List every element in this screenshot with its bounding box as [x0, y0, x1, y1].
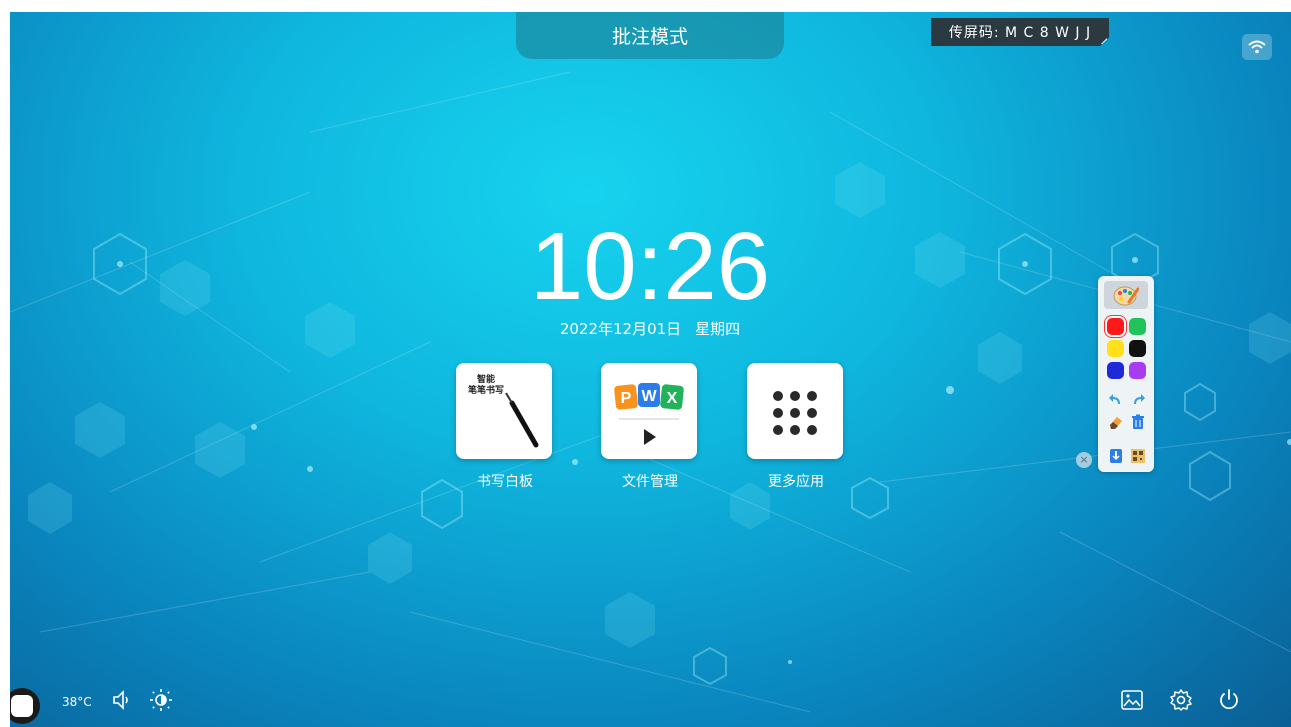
clock-weekday: 星期四 — [695, 320, 741, 338]
app-whiteboard[interactable]: 智能 笔笔书写 书写白板 — [456, 363, 554, 491]
clock-time: 10:26 — [529, 213, 771, 320]
excel-badge: X — [667, 390, 678, 407]
word-badge: W — [641, 388, 657, 405]
color-swatch-red[interactable] — [1107, 318, 1124, 335]
annotation-mode-label: 批注模式 — [611, 26, 688, 48]
toolbar-close-button[interactable]: × — [1076, 452, 1092, 468]
color-swatch-yellow[interactable] — [1107, 340, 1124, 357]
qr-code-icon[interactable] — [1129, 448, 1147, 466]
app-label: 书写白板 — [477, 474, 533, 490]
color-swatch-green[interactable] — [1129, 318, 1146, 335]
trash-icon[interactable] — [1129, 414, 1147, 432]
power-icon[interactable] — [1217, 688, 1241, 712]
color-swatch-black[interactable] — [1129, 340, 1146, 357]
palette-icon[interactable] — [1104, 281, 1148, 309]
annotation-toolbar — [1098, 276, 1154, 472]
volume-icon[interactable] — [110, 688, 134, 712]
clock-date: 2022年12月01日 — [559, 320, 682, 338]
eraser-icon[interactable] — [1107, 414, 1125, 432]
color-swatch-blue[interactable] — [1107, 362, 1124, 379]
powerpoint-badge: P — [621, 390, 632, 407]
undo-icon[interactable] — [1107, 392, 1125, 410]
file-manager-icon: P W X — [601, 363, 697, 459]
desktop-screen: 批注模式 传屏码: M C 8 W J J 10:26 2022年12月01日星… — [10, 12, 1291, 727]
app-file-manager[interactable]: P W X 文件管理 — [601, 363, 699, 491]
color-swatch-purple[interactable] — [1129, 362, 1146, 379]
smart-pen-icon: 智能 笔笔书写 — [456, 363, 552, 459]
grid-dots-icon — [747, 363, 843, 459]
gallery-icon[interactable] — [1120, 688, 1144, 712]
settings-icon[interactable] — [1169, 688, 1193, 712]
annotation-mode-tab[interactable]: 批注模式 — [516, 12, 784, 59]
download-icon[interactable] — [1107, 448, 1125, 466]
app-more-apps[interactable]: 更多应用 — [747, 363, 845, 491]
app-label: 文件管理 — [622, 474, 678, 490]
temperature-readout: 38°C — [62, 695, 92, 709]
wifi-icon[interactable] — [1242, 34, 1272, 60]
screen-cast-code-badge[interactable]: 传屏码: M C 8 W J J — [931, 18, 1109, 46]
redo-icon[interactable] — [1129, 392, 1147, 410]
app-label: 更多应用 — [768, 474, 824, 490]
brightness-icon[interactable] — [149, 688, 173, 712]
screen-cast-code-text: 传屏码: M C 8 W J J — [948, 25, 1092, 41]
clock-date-row: 2022年12月01日 星期四 — [510, 318, 790, 339]
